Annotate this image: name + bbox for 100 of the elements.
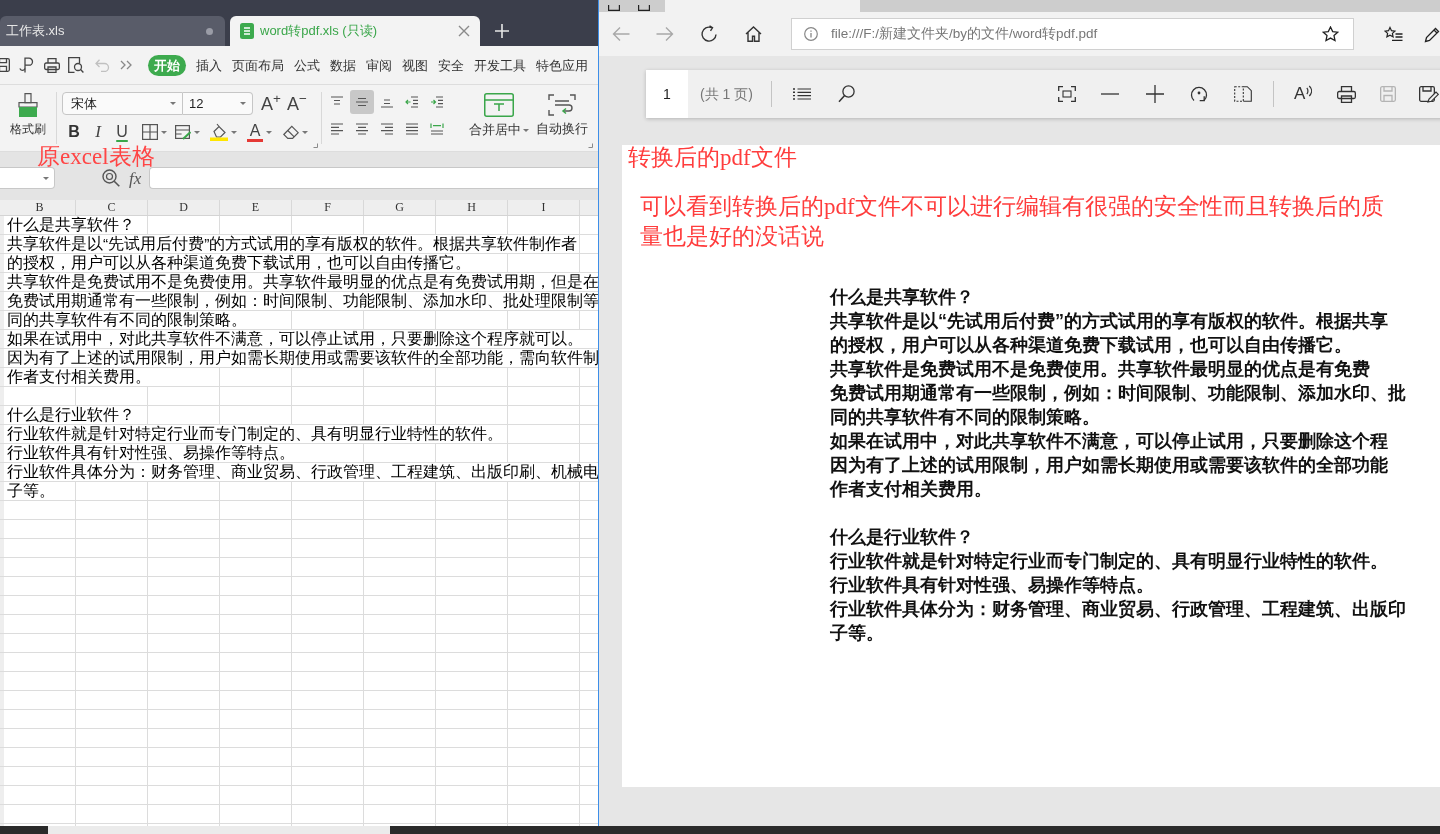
menu-tab[interactable]: 数据 [330,54,356,76]
column-header[interactable]: B [4,200,76,215]
page-count: (共 1 页) [700,84,753,104]
caret-icon[interactable] [194,130,200,134]
pdf-text-line: 免费试用期通常有一些限制，例如：时间限制、功能限制、添加水印、批 [830,382,1406,405]
borders-icon[interactable] [142,124,158,140]
menu-tab[interactable]: 公式 [294,54,320,76]
cell-text: 共享软件是以“先试用后付费”的方式试用的享有版权的软件。根据共享软件制作者 [7,235,578,253]
font-color-button[interactable]: A [247,122,263,142]
cell-text: 作者支付相关费用。 [7,368,151,386]
window-icon[interactable] [638,5,650,11]
save-as-icon[interactable] [1419,85,1440,103]
column-header[interactable]: I [508,200,580,215]
dialog-launcher-icon[interactable] [313,143,318,148]
pdf-text-line: 行业软件具有针对性强、易操作等特点。 [830,574,1154,597]
column-header[interactable]: F [292,200,364,215]
file-tab[interactable]: 工作表.xls [0,16,225,46]
address-bar[interactable]: file:///F:/新建文件夹/by的文件/word转pdf.pdf [791,18,1354,50]
column-header[interactable]: H [436,200,508,215]
star-icon[interactable] [1322,26,1339,42]
menu-tab[interactable]: 特色应用 [536,54,588,76]
menu-tab[interactable]: 开发工具 [474,54,526,76]
favorites-icon[interactable] [1384,26,1403,42]
caret-icon[interactable] [240,102,246,105]
window-icon[interactable] [608,5,620,11]
pdf-text-line: 如果在试用中，对此共享软件不满意，可以停止试用，只要删除这个程 [830,430,1388,453]
search-icon[interactable] [837,85,855,103]
print-preview-icon[interactable] [68,57,84,73]
page-number-field[interactable]: 1 [646,70,688,118]
annotation-title: 转换后的pdf文件 [628,145,797,171]
cell-text: 行业软件具有针对性强、易操作等特点。 [7,444,295,462]
cell-text: 行业软件具体分为：财务管理、商业贸易、行政管理、工程建筑、出版印刷、机械电 [7,463,598,481]
caret-icon[interactable] [266,130,272,134]
align-left-icon [330,123,344,135]
caret-icon[interactable] [161,130,167,134]
menu-tab[interactable]: 插入 [196,54,222,76]
column-header[interactable]: D [148,200,220,215]
shrink-font-button[interactable]: A$^{−}$ [286,93,307,114]
read-aloud-button[interactable]: A [1293,85,1313,103]
info-icon[interactable] [804,27,818,41]
spreadsheet-file-icon [240,23,254,39]
column-header[interactable]: E [220,200,292,215]
indent-icon[interactable] [430,96,444,108]
underline-button[interactable]: U [115,122,129,142]
formula-field[interactable] [149,167,598,189]
column-header[interactable]: G [364,200,436,215]
pdf-text-line: 作者支付相关费用。 [830,478,992,501]
italic-button[interactable]: I [91,122,105,142]
table-style-icon[interactable] [175,124,191,140]
wrap-text-button[interactable]: 自动换行 [534,90,590,136]
fill-bucket-icon[interactable] [210,123,228,141]
refresh-icon[interactable] [700,25,718,43]
menu-tab[interactable]: 安全 [438,54,464,76]
font-size-field[interactable]: 12 [183,92,253,115]
curl-icon[interactable] [19,57,34,73]
pdf-text-line: 同的共享软件有不同的限制策略。 [830,406,1100,429]
print-icon[interactable] [44,57,60,73]
dialog-launcher-icon[interactable] [588,143,593,148]
pdf-text-line: 什么是行业软件？ [830,526,974,549]
pdf-text-line: 共享软件是以“先试用后付费”的方式试用的享有版权的软件。根据共享 [830,310,1388,333]
grow-font-button[interactable]: A$^{+}$ [261,93,281,114]
bold-button[interactable]: B [67,122,81,142]
menu-tab[interactable]: 页面布局 [232,54,284,76]
pdf-text-line: 的授权，用户可以从各种渠道免费下载试用，也可以自由传播它。 [830,334,1352,357]
format-painter-button[interactable]: 格式刷 [10,93,46,136]
double-chevron-icon[interactable] [120,60,132,70]
fit-page-icon[interactable] [1057,86,1076,102]
menu-tab[interactable]: 审阅 [366,54,392,76]
align-right-icon [380,123,394,135]
outdent-icon[interactable] [405,96,419,108]
plus-icon[interactable] [495,24,509,38]
contents-list-icon[interactable] [792,88,811,100]
menu-tab[interactable]: 视图 [402,54,428,76]
column-header[interactable]: C [76,200,148,215]
caret-icon[interactable] [231,130,237,134]
pen-icon[interactable] [1424,25,1440,43]
caret-icon[interactable] [43,176,49,180]
sound-waves-icon [1306,85,1313,97]
rotate-icon[interactable] [1189,85,1208,103]
wrap-text-icon [548,94,576,116]
print-icon[interactable] [1337,85,1357,103]
horizontal-scrollbar[interactable] [48,826,390,834]
magnifier-icon[interactable] [102,169,120,187]
zoom-in-icon[interactable] [1145,85,1164,103]
two-page-icon[interactable] [1233,86,1252,102]
merge-center-button[interactable]: 合并居中 [464,90,534,137]
insert-function-button[interactable]: fx [129,169,142,189]
cell-text: 免费试用期通常有一些限制，例如：时间限制、功能限制、添加水印、批处理限制等 [7,292,598,310]
caret-icon[interactable] [170,102,176,105]
eraser-icon[interactable] [283,125,299,139]
pdf-text-line: 因为有了上述的试用限制，用户如需长期使用或需要该软件的全部功能 [830,454,1388,477]
font-name-field[interactable]: 宋体 [62,92,183,115]
pdf-text-line: 什么是共享软件？ [830,286,974,309]
save-icon[interactable] [0,58,10,72]
close-icon[interactable] [458,25,470,37]
caret-icon[interactable] [302,130,308,134]
home-icon[interactable] [745,26,762,42]
align-center-icon [355,123,369,135]
pdf-text-line: 共享软件是免费试用不是免费使用。共享软件最明显的优点是有免费 [830,358,1370,381]
align-middle-button[interactable] [350,90,374,114]
